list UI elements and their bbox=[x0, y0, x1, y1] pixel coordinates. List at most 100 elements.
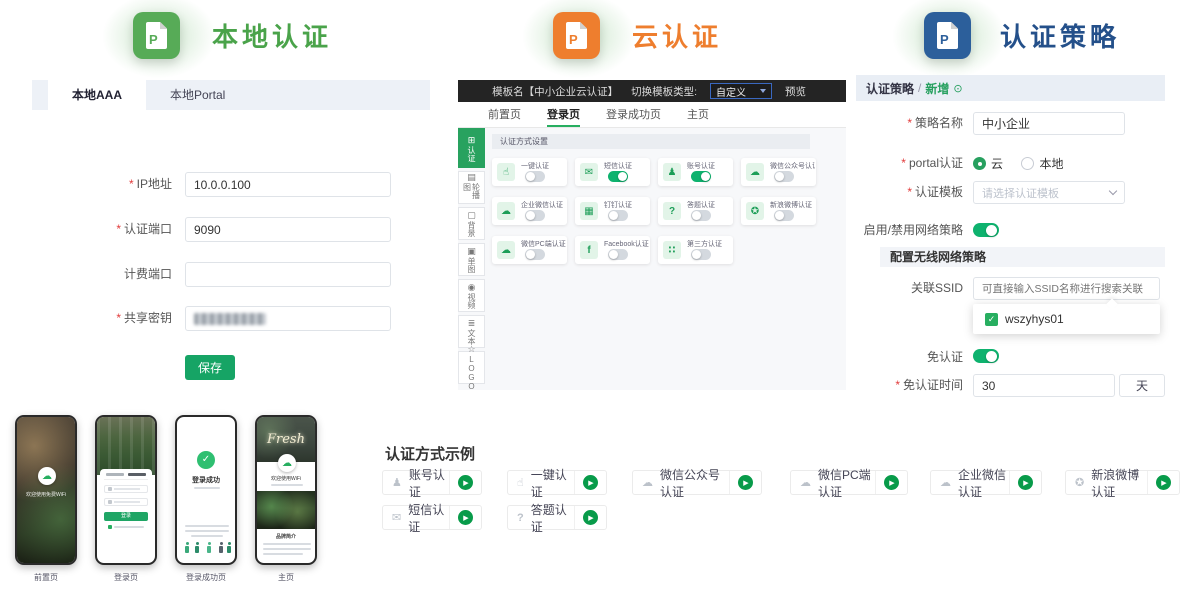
toggle-sms[interactable] bbox=[608, 171, 628, 182]
examples-title: 认证方式示例 bbox=[385, 443, 475, 464]
radio-local[interactable] bbox=[1021, 157, 1034, 170]
star-icon: ☆ bbox=[467, 344, 475, 354]
sidebar-item-logo[interactable]: ☆ LOGO bbox=[458, 351, 485, 384]
play-button[interactable] bbox=[1147, 471, 1179, 494]
example-account-auth[interactable]: 账号认证 bbox=[382, 470, 482, 495]
toggle-wechat-official[interactable] bbox=[774, 171, 794, 182]
play-icon bbox=[458, 475, 473, 490]
sidebar-item-background[interactable]: ▢ 背景 bbox=[458, 207, 485, 240]
agree-checkbox[interactable] bbox=[108, 525, 112, 529]
example-weibo-auth[interactable]: 新浪微博认证 bbox=[1065, 470, 1180, 495]
save-button[interactable]: 保存 bbox=[185, 355, 235, 380]
sidebar-item-carousel[interactable]: ▤ 轮播图 bbox=[458, 171, 485, 204]
auth-port-input[interactable] bbox=[185, 217, 391, 242]
tab-local-portal[interactable]: 本地Portal bbox=[146, 80, 249, 110]
page-tabs: 前置页 登录页 登录成功页 主页 bbox=[458, 102, 846, 128]
tab-login-page[interactable]: 登录页 bbox=[547, 102, 580, 127]
toggle-thirdparty[interactable] bbox=[691, 249, 711, 260]
question-icon bbox=[663, 202, 681, 220]
username-field[interactable] bbox=[104, 485, 148, 493]
play-button[interactable] bbox=[574, 506, 606, 529]
toggle-facebook[interactable] bbox=[608, 249, 628, 260]
template-name: 模板名【中小企业云认证】 bbox=[492, 84, 618, 99]
switch-type-label: 切换模板类型: bbox=[631, 84, 697, 99]
background-icon: ▢ bbox=[467, 210, 476, 220]
agreement-row bbox=[104, 525, 148, 529]
toggle-onekey[interactable] bbox=[525, 171, 545, 182]
login-button[interactable]: 登录 bbox=[104, 512, 148, 521]
play-icon bbox=[1018, 475, 1033, 490]
breadcrumb-new[interactable]: 新增 bbox=[925, 80, 949, 97]
masked-secret bbox=[194, 313, 266, 325]
auth-template-select[interactable]: 请选择认证模板 bbox=[973, 181, 1125, 204]
toggle-quiz[interactable] bbox=[691, 210, 711, 221]
tab-sms-login[interactable] bbox=[106, 473, 124, 476]
method-card-onekey: 一键认证 bbox=[492, 158, 567, 186]
example-wechat-pc-auth[interactable]: 微信PC端认证 bbox=[790, 470, 908, 495]
example-wechat-official-auth[interactable]: 微信公众号认证 bbox=[632, 470, 762, 495]
sidebar-item-video[interactable]: ◉ 视频 bbox=[458, 279, 485, 312]
ip-input[interactable] bbox=[185, 172, 391, 197]
template-toolbar: 模板名【中小企业云认证】 切换模板类型: 自定义 预览 bbox=[458, 80, 846, 102]
tab-account-login[interactable] bbox=[128, 473, 146, 476]
tab-front-page[interactable]: 前置页 bbox=[488, 102, 521, 127]
phone-login-success-page: ✓ 登录成功 bbox=[175, 415, 237, 565]
toggle-wechat-pc[interactable] bbox=[525, 249, 545, 260]
play-button[interactable] bbox=[449, 506, 481, 529]
tab-home-page[interactable]: 主页 bbox=[687, 102, 709, 127]
ssid-checkbox[interactable] bbox=[985, 313, 998, 326]
aisle-photo bbox=[257, 491, 315, 529]
cloud-auth-doc-icon: P bbox=[553, 12, 600, 59]
shared-key-input[interactable] bbox=[185, 306, 391, 331]
radio-cloud[interactable] bbox=[973, 157, 986, 170]
play-icon bbox=[583, 510, 598, 525]
toggle-dingtalk[interactable] bbox=[608, 210, 628, 221]
billing-port-input[interactable] bbox=[185, 262, 391, 287]
method-card-account: 账号认证 bbox=[658, 158, 733, 186]
toggle-wecom[interactable] bbox=[525, 210, 545, 221]
tab-login-success-page[interactable]: 登录成功页 bbox=[606, 102, 661, 127]
sidebar-item-auth[interactable]: ⊞ 认证 bbox=[458, 128, 485, 168]
wireless-policy-section-title: 配置无线网络策略 bbox=[880, 247, 1165, 267]
preview-button[interactable]: 预览 bbox=[785, 84, 806, 99]
question-icon bbox=[517, 512, 524, 524]
play-icon bbox=[738, 475, 753, 490]
toggle-account[interactable] bbox=[691, 171, 711, 182]
caption-front-page: 前置页 bbox=[15, 572, 77, 583]
free-auth-time-input[interactable] bbox=[973, 374, 1115, 397]
ssid-dropdown: wszyhys01 bbox=[973, 304, 1160, 334]
brand-text-line bbox=[263, 548, 311, 550]
caption-login-page: 登录页 bbox=[95, 572, 157, 583]
caption-login-success-page: 登录成功页 bbox=[175, 572, 237, 583]
example-quiz-auth[interactable]: 答题认证 bbox=[507, 505, 607, 530]
ssid-option[interactable]: wszyhys01 bbox=[1005, 312, 1064, 326]
policy-name-input[interactable] bbox=[973, 112, 1125, 135]
auth-port-label: *认证端口 bbox=[40, 217, 172, 242]
toggle-weibo[interactable] bbox=[774, 210, 794, 221]
password-field[interactable] bbox=[104, 498, 148, 506]
text-icon: ≣ bbox=[468, 318, 476, 328]
login-card: 登录 bbox=[100, 469, 152, 560]
play-button[interactable] bbox=[1009, 471, 1041, 494]
example-onekey-auth[interactable]: 一键认证 bbox=[507, 470, 607, 495]
method-card-wechat-pc: 微信PC端认证 bbox=[492, 236, 567, 264]
tab-local-aaa[interactable]: 本地AAA bbox=[48, 80, 146, 110]
fresh-sign-text: Fresh bbox=[267, 432, 305, 447]
user-icon bbox=[663, 163, 681, 181]
play-button[interactable] bbox=[875, 471, 907, 494]
wifi-logo-icon: ☁ bbox=[38, 467, 56, 485]
play-button[interactable] bbox=[729, 471, 761, 494]
example-sms-auth[interactable]: 短信认证 bbox=[382, 505, 482, 530]
sidebar-item-single-image[interactable]: ▣ 单图 bbox=[458, 243, 485, 276]
template-type-select[interactable]: 自定义 bbox=[710, 83, 772, 99]
example-wecom-auth[interactable]: 企业微信认证 bbox=[930, 470, 1042, 495]
ssid-search-input[interactable] bbox=[973, 277, 1160, 300]
play-button[interactable] bbox=[574, 471, 606, 494]
play-button[interactable] bbox=[449, 471, 481, 494]
phone-front-page: ☁ 欢迎使用免费WiFi bbox=[15, 415, 77, 565]
phone-home-page: Fresh ☁ 欢迎使用WiFi 品牌简介 bbox=[255, 415, 317, 565]
dropdown-notch bbox=[1106, 298, 1117, 309]
wecom-icon bbox=[497, 202, 515, 220]
toggle-free-auth[interactable] bbox=[973, 349, 999, 363]
toggle-network-policy[interactable] bbox=[973, 223, 999, 237]
